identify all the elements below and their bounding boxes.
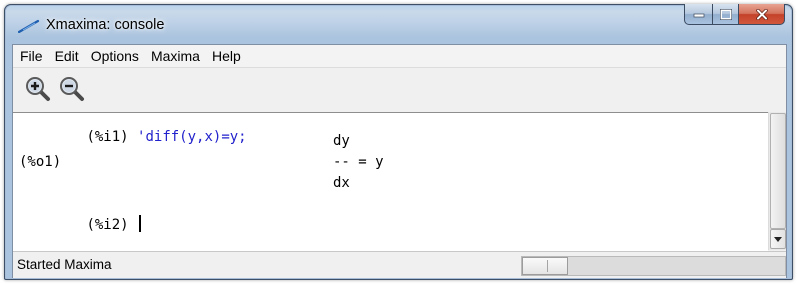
window-client: File Edit Options Maxima Help (%i1) 'dif… [12,44,787,278]
minimize-button[interactable] [684,4,713,25]
input-prompt-2: (%i2) [86,217,129,233]
text-cursor [139,215,142,232]
menu-file[interactable]: File [15,48,50,64]
output-prompt-1: (%o1) [19,154,62,170]
vertical-scroll-thumb[interactable] [770,113,786,229]
menu-maxima[interactable]: Maxima [146,48,207,64]
status-bar: Started Maxima [13,251,786,278]
console-output[interactable]: (%i1) 'diff(y,x)=y; dy (%o1) -- = y dx (… [13,112,768,251]
maximize-icon [719,8,732,20]
status-text: Started Maxima [17,257,112,272]
feather-icon [18,19,40,33]
zoom-out-button[interactable] [58,75,86,103]
caption-buttons [684,4,785,26]
horizontal-scroll-thumb[interactable] [522,257,568,275]
horizontal-scrollbar[interactable] [521,256,786,276]
input-prompt-1: (%i1) [86,129,129,145]
title-bar[interactable]: Xmaxima: console [4,4,793,44]
output-equation: -- = y [333,154,384,170]
menu-help[interactable]: Help [207,48,248,64]
arrow-down-icon [774,236,782,242]
input-code-1: 'diff(y,x)=y; [137,129,247,145]
zoom-in-button[interactable] [24,75,52,103]
minimize-icon [693,13,704,18]
output-denominator: dx [333,175,350,191]
maximize-button[interactable] [713,4,739,25]
output-numerator: dy [333,133,350,149]
app-window: Xmaxima: console File Edit Options Maxim… [4,4,793,280]
vertical-scrollbar[interactable] [768,112,786,250]
toolbar [13,68,786,112]
window-title: Xmaxima: console [46,17,165,33]
scroll-thumb-divider [547,260,548,272]
menu-options[interactable]: Options [86,48,146,64]
close-icon [755,8,768,20]
magnifier-minus-icon [60,77,84,101]
scroll-down-button[interactable] [770,229,786,249]
close-button[interactable] [739,4,785,25]
magnifier-plus-icon [26,77,50,101]
menu-edit[interactable]: Edit [50,48,86,64]
input-line-2[interactable]: (%i2) [19,199,142,249]
menu-bar: File Edit Options Maxima Help [13,45,786,68]
